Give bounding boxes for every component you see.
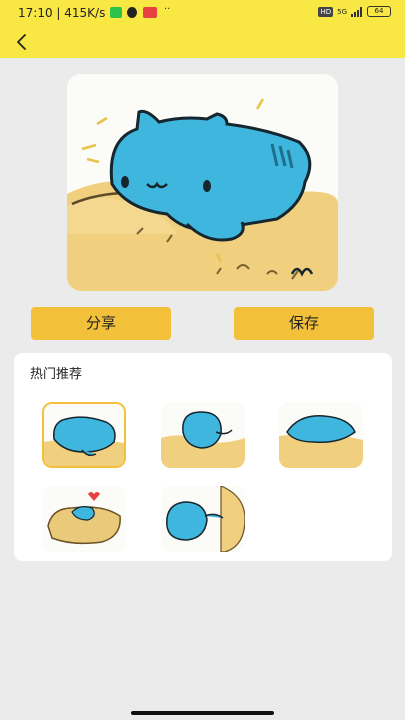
home-indicator[interactable] [131, 711, 274, 715]
recommend-card: 热门推荐 [14, 353, 392, 561]
recommend-thumb-3[interactable] [279, 402, 363, 468]
recommend-thumb-1[interactable] [42, 402, 126, 468]
section-title: 热门推荐 [30, 367, 83, 382]
share-button[interactable]: 分享 [31, 307, 171, 340]
more-notifications-icon: ·· [164, 4, 171, 15]
battery-icon: 64 [367, 6, 391, 17]
network-label: 5G [337, 7, 347, 16]
save-button[interactable]: 保存 [234, 307, 374, 340]
app-notification-icon [143, 7, 157, 18]
recommend-thumb-4[interactable] [42, 486, 126, 552]
status-bar: 17:10 | 415K/s ·· HD 5G 64 [0, 0, 405, 26]
hd-icon: HD [318, 6, 334, 17]
signal-icon [351, 6, 362, 17]
main-preview-image [67, 74, 338, 291]
wechat-icon [110, 7, 122, 18]
recommend-thumb-5[interactable] [161, 486, 245, 552]
chevron-left-icon[interactable] [12, 32, 32, 52]
status-time: 17:10 | 415K/s [18, 6, 106, 20]
qq-icon [127, 7, 137, 18]
recommend-thumb-2[interactable] [161, 402, 245, 468]
header-bar: 17:10 | 415K/s ·· HD 5G 64 [0, 0, 405, 58]
